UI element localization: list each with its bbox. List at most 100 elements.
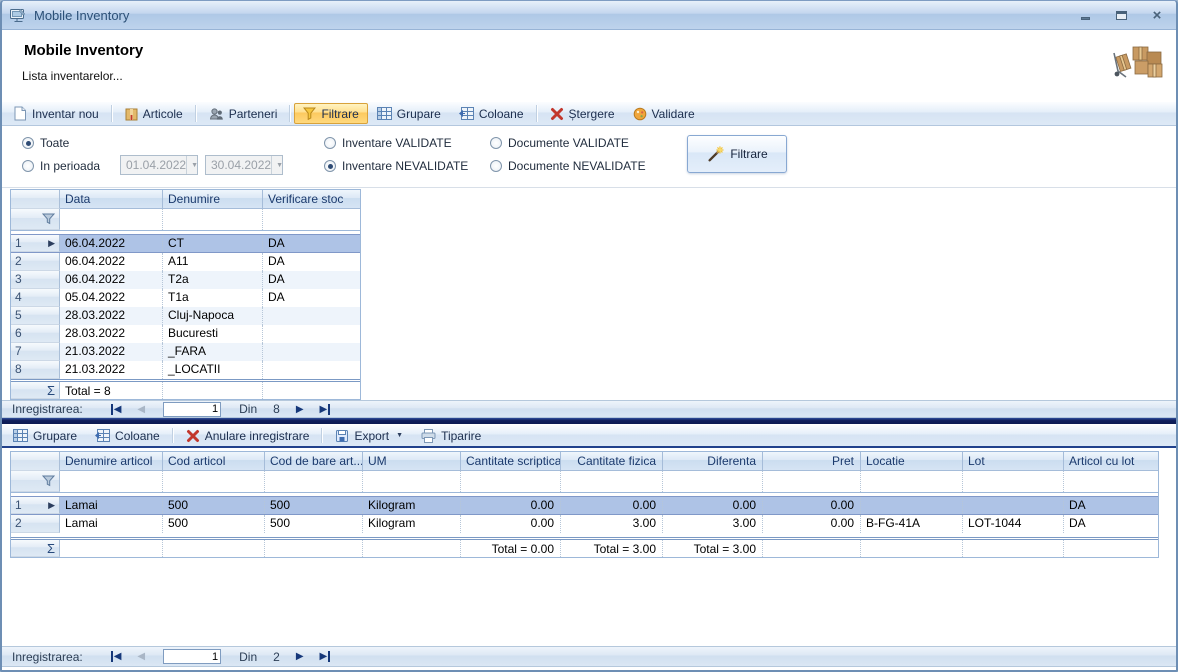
cell-data[interactable]: 06.04.2022 <box>60 253 163 271</box>
filter-cell[interactable] <box>60 209 163 230</box>
cell-verificare[interactable] <box>263 307 360 325</box>
cell-denumire[interactable]: A11 <box>163 253 263 271</box>
first-record-icon[interactable]: ◀ <box>111 404 122 415</box>
column-header-cod-articol[interactable]: Cod articol <box>163 452 265 471</box>
first-record-icon[interactable]: ◀ <box>111 651 122 662</box>
cell-cod-articol[interactable]: 500 <box>163 497 265 514</box>
column-header-cod-de-bare[interactable]: Cod de bare art... <box>265 452 363 471</box>
toolbar-button-filtrare[interactable]: Filtrare <box>294 103 367 124</box>
toolbar-button-stergere[interactable]: Ștergere <box>541 103 624 124</box>
close-button[interactable]: × <box>1146 6 1168 24</box>
chevron-down-icon[interactable]: ▼ <box>396 432 403 439</box>
filter-cell[interactable] <box>663 471 763 492</box>
filter-cell[interactable] <box>561 471 663 492</box>
cell-articol-cu-lot[interactable]: DA <box>1064 497 1158 514</box>
radio-in-perioada[interactable]: In perioada <box>22 158 100 174</box>
toolbar-button-export[interactable]: Export ▼ <box>326 426 412 445</box>
table-row[interactable]: 2 06.04.2022 A11 DA <box>11 253 360 271</box>
toolbar-button-anulare-inregistrare[interactable]: Anulare inregistrare <box>177 426 319 445</box>
toolbar-button-articole[interactable]: Articole <box>116 103 192 124</box>
column-header-diferenta[interactable]: Diferenta <box>663 452 763 471</box>
radio-inventare-nevalidate[interactable]: Inventare NEVALIDATE <box>324 158 468 174</box>
filter-cell[interactable] <box>461 471 561 492</box>
cell-um[interactable]: Kilogram <box>363 515 461 533</box>
next-record-icon[interactable]: ▶ <box>296 404 304 415</box>
toolbar-button-grupare-detail[interactable]: Grupare <box>4 426 86 445</box>
column-header-data[interactable]: Data <box>60 190 163 209</box>
toolbar-button-grupare[interactable]: Grupare <box>368 103 450 124</box>
filter-cell[interactable] <box>1064 471 1158 492</box>
cell-verificare[interactable] <box>263 361 360 379</box>
cell-denumire[interactable]: CT <box>163 235 263 252</box>
toolbar-button-tiparire[interactable]: Tiparire <box>412 426 490 445</box>
cell-cod-articol[interactable]: 500 <box>163 515 265 533</box>
toolbar-button-inventar-nou[interactable]: Inventar nou <box>4 103 108 124</box>
cell-data[interactable]: 21.03.2022 <box>60 361 163 379</box>
cell-cod-de-bare[interactable]: 500 <box>265 515 363 533</box>
radio-documente-nevalidate[interactable]: Documente NEVALIDATE <box>490 158 646 174</box>
column-header-um[interactable]: UM <box>363 452 461 471</box>
filter-cell[interactable] <box>363 471 461 492</box>
cell-pret[interactable]: 0.00 <box>763 497 861 514</box>
cell-pret[interactable]: 0.00 <box>763 515 861 533</box>
cell-data[interactable]: 21.03.2022 <box>60 343 163 361</box>
cell-lot[interactable] <box>963 497 1064 514</box>
cell-cantitate-fizica[interactable]: 0.00 <box>561 497 663 514</box>
cell-data[interactable]: 28.03.2022 <box>60 325 163 343</box>
date-to-combo[interactable]: 30.04.2022 ▼ <box>205 155 283 175</box>
cell-denumire[interactable]: Bucuresti <box>163 325 263 343</box>
date-from-combo[interactable]: 01.04.2022 ▼ <box>120 155 198 175</box>
last-record-icon[interactable]: ▶ <box>320 404 331 415</box>
cell-cantitate-scriptica[interactable]: 0.00 <box>461 515 561 533</box>
radio-documente-validate[interactable]: Documente VALIDATE <box>490 135 629 151</box>
cell-articol-cu-lot[interactable]: DA <box>1064 515 1158 533</box>
cell-cantitate-scriptica[interactable]: 0.00 <box>461 497 561 514</box>
table-row[interactable]: 8 21.03.2022 _LOCATII <box>11 361 360 379</box>
cell-diferenta[interactable]: 0.00 <box>663 497 763 514</box>
cell-verificare[interactable]: DA <box>263 271 360 289</box>
table-row[interactable]: 7 21.03.2022 _FARA <box>11 343 360 361</box>
cell-denumire[interactable]: Cluj-Napoca <box>163 307 263 325</box>
cell-verificare[interactable]: DA <box>263 289 360 307</box>
toolbar-button-parteneri[interactable]: Parteneri <box>200 103 287 124</box>
column-header-locatie[interactable]: Locatie <box>861 452 963 471</box>
column-header-lot[interactable]: Lot <box>963 452 1064 471</box>
previous-record-icon[interactable]: ◀ <box>137 404 145 415</box>
filter-cell[interactable] <box>763 471 861 492</box>
table-row[interactable]: 4 05.04.2022 T1a DA <box>11 289 360 307</box>
cell-diferenta[interactable]: 3.00 <box>663 515 763 533</box>
minimize-button[interactable] <box>1074 6 1096 24</box>
column-header-cantitate-scriptica[interactable]: Cantitate scriptica <box>461 452 561 471</box>
filter-cell[interactable] <box>861 471 963 492</box>
table-row[interactable]: 1▶ 06.04.2022 CT DA <box>11 234 360 253</box>
table-row[interactable]: 3 06.04.2022 T2a DA <box>11 271 360 289</box>
filter-cell[interactable] <box>163 209 263 230</box>
column-header-cantitate-fizica[interactable]: Cantitate fizica <box>561 452 663 471</box>
cell-denumire[interactable]: _LOCATII <box>163 361 263 379</box>
cell-cantitate-fizica[interactable]: 3.00 <box>561 515 663 533</box>
column-header-verificare-stoc[interactable]: Verificare stoc <box>263 190 360 209</box>
cell-denumire-articol[interactable]: Lamai <box>60 515 163 533</box>
cell-data[interactable]: 06.04.2022 <box>60 271 163 289</box>
table-row[interactable]: 6 28.03.2022 Bucuresti <box>11 325 360 343</box>
record-number-input[interactable] <box>163 402 221 417</box>
table-row[interactable]: 1▶ Lamai 500 500 Kilogram 0.00 0.00 0.00… <box>11 496 1158 515</box>
cell-data[interactable]: 06.04.2022 <box>60 235 163 252</box>
filter-cell[interactable] <box>265 471 363 492</box>
next-record-icon[interactable]: ▶ <box>296 651 304 662</box>
filtrare-button[interactable]: Filtrare <box>687 135 787 173</box>
cell-cod-de-bare[interactable]: 500 <box>265 497 363 514</box>
filter-cell[interactable] <box>263 209 360 230</box>
filter-cell[interactable] <box>163 471 265 492</box>
cell-locatie[interactable] <box>861 497 963 514</box>
cell-verificare[interactable] <box>263 325 360 343</box>
previous-record-icon[interactable]: ◀ <box>137 651 145 662</box>
toolbar-button-validare[interactable]: Validare <box>624 103 704 124</box>
filter-cell[interactable] <box>60 471 163 492</box>
radio-inventare-validate[interactable]: Inventare VALIDATE <box>324 135 452 151</box>
column-header-articol-cu-lot[interactable]: Articol cu lot <box>1064 452 1158 471</box>
cell-data[interactable]: 28.03.2022 <box>60 307 163 325</box>
last-record-icon[interactable]: ▶ <box>320 651 331 662</box>
radio-toate[interactable]: Toate <box>22 135 69 151</box>
cell-um[interactable]: Kilogram <box>363 497 461 514</box>
